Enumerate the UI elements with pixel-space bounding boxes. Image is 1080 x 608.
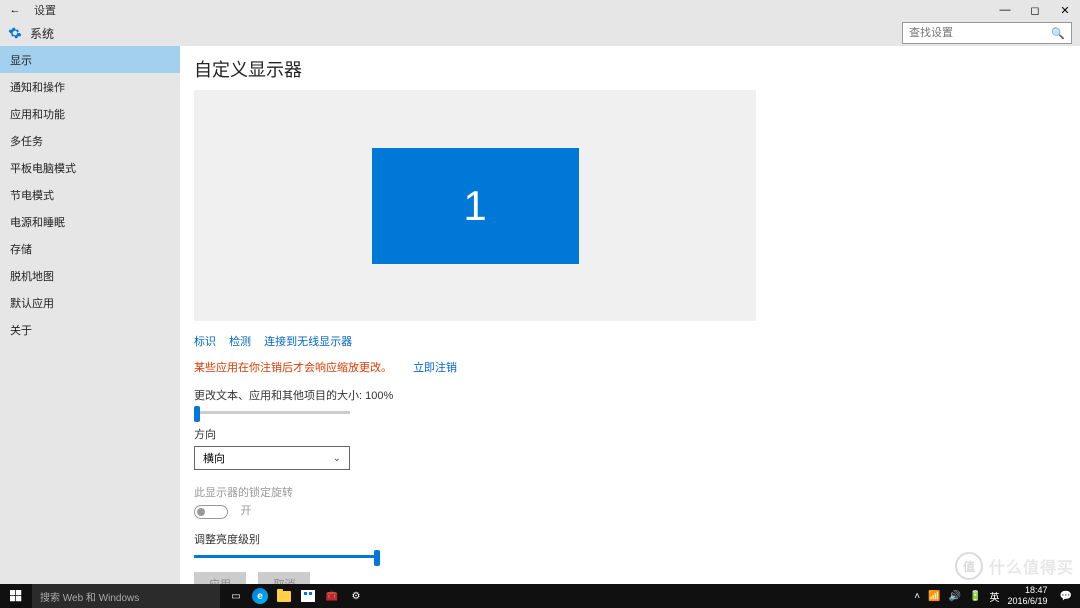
gear-icon <box>0 26 30 40</box>
search-icon: 🔍 <box>1051 27 1065 40</box>
app-icon-1[interactable]: 🧰 <box>320 584 344 608</box>
window-titlebar: ← 设置 — ◻ ✕ <box>0 0 1080 20</box>
tray-network-icon[interactable]: 📶 <box>928 591 940 602</box>
tray-ime[interactable]: 英 <box>990 589 1000 604</box>
identify-link[interactable]: 标识 <box>194 336 216 348</box>
display-preview[interactable]: 1 <box>194 90 756 321</box>
sidebar: 显示 通知和操作 应用和功能 多任务 平板电脑模式 节电模式 电源和睡眠 存储 … <box>0 46 180 584</box>
task-view-icon[interactable]: ▭ <box>224 584 248 608</box>
watermark-icon: 值 <box>955 552 983 580</box>
brightness-slider[interactable] <box>194 555 380 558</box>
signout-link[interactable]: 立即注销 <box>413 362 457 374</box>
minimize-button[interactable]: — <box>990 4 1020 17</box>
rotation-lock-toggle <box>194 505 228 519</box>
sidebar-item-tablet[interactable]: 平板电脑模式 <box>0 154 180 181</box>
sidebar-item-notifications[interactable]: 通知和操作 <box>0 73 180 100</box>
search-input[interactable] <box>909 27 1051 39</box>
page-title: 自定义显示器 <box>194 56 1066 82</box>
apply-button: 应用 <box>194 572 246 584</box>
orientation-dropdown[interactable]: 横向 ⌄ <box>194 446 350 470</box>
maximize-button[interactable]: ◻ <box>1020 4 1050 17</box>
sidebar-item-storage[interactable]: 存储 <box>0 235 180 262</box>
sidebar-item-display[interactable]: 显示 <box>0 46 180 73</box>
main-content: 自定义显示器 1 标识 检测 连接到无线显示器 某些应用在你注销后才会响应缩放更… <box>180 46 1080 584</box>
sidebar-item-multitask[interactable]: 多任务 <box>0 127 180 154</box>
sidebar-item-apps[interactable]: 应用和功能 <box>0 100 180 127</box>
close-button[interactable]: ✕ <box>1050 4 1080 17</box>
cancel-button: 取消 <box>258 572 310 584</box>
watermark: 值 什么值得买 <box>955 552 1074 580</box>
search-box[interactable]: 🔍 <box>902 22 1072 44</box>
back-button[interactable]: ← <box>0 4 30 16</box>
scale-label: 更改文本、应用和其他项目的大小: 100% <box>194 387 1066 403</box>
sidebar-item-battery[interactable]: 节电模式 <box>0 181 180 208</box>
scaling-warning: 某些应用在你注销后才会响应缩放更改。 立即注销 <box>194 359 1066 375</box>
action-center-icon[interactable]: 💬 <box>1060 591 1072 602</box>
chevron-down-icon: ⌄ <box>333 453 341 464</box>
tray-chevron-icon[interactable]: ˄ <box>914 591 920 602</box>
brightness-label: 调整亮度级别 <box>194 531 1066 547</box>
watermark-text: 什么值得买 <box>989 554 1074 578</box>
taskbar-clock[interactable]: 18:47 2016/6/19 <box>1008 585 1052 607</box>
rotation-lock-label: 此显示器的锁定旋转 <box>194 484 1066 500</box>
explorer-icon[interactable] <box>272 584 296 608</box>
scale-slider[interactable] <box>194 411 350 414</box>
monitor-1[interactable]: 1 <box>372 148 579 264</box>
header-category: 系统 <box>30 25 54 42</box>
sidebar-item-maps[interactable]: 脱机地图 <box>0 262 180 289</box>
store-icon[interactable] <box>296 584 320 608</box>
display-links: 标识 检测 连接到无线显示器 <box>194 333 1066 349</box>
window-title: 设置 <box>30 2 990 18</box>
taskbar: 搜索 Web 和 Windows ▭ e 🧰 ⚙ ˄ 📶 🔊 🔋 英 18:47… <box>0 584 1080 608</box>
taskbar-search[interactable]: 搜索 Web 和 Windows <box>32 584 220 608</box>
settings-icon[interactable]: ⚙ <box>344 584 368 608</box>
edge-icon[interactable]: e <box>248 584 272 608</box>
orientation-label: 方向 <box>194 426 1066 442</box>
tray-battery-icon[interactable]: 🔋 <box>969 591 981 602</box>
sidebar-item-default-apps[interactable]: 默认应用 <box>0 289 180 316</box>
sidebar-item-about[interactable]: 关于 <box>0 316 180 343</box>
tray-volume-icon[interactable]: 🔊 <box>949 591 961 602</box>
sidebar-item-power[interactable]: 电源和睡眠 <box>0 208 180 235</box>
wireless-link[interactable]: 连接到无线显示器 <box>264 336 352 348</box>
start-button[interactable] <box>0 590 32 602</box>
detect-link[interactable]: 检测 <box>229 336 251 348</box>
settings-header: 系统 🔍 <box>0 20 1080 46</box>
